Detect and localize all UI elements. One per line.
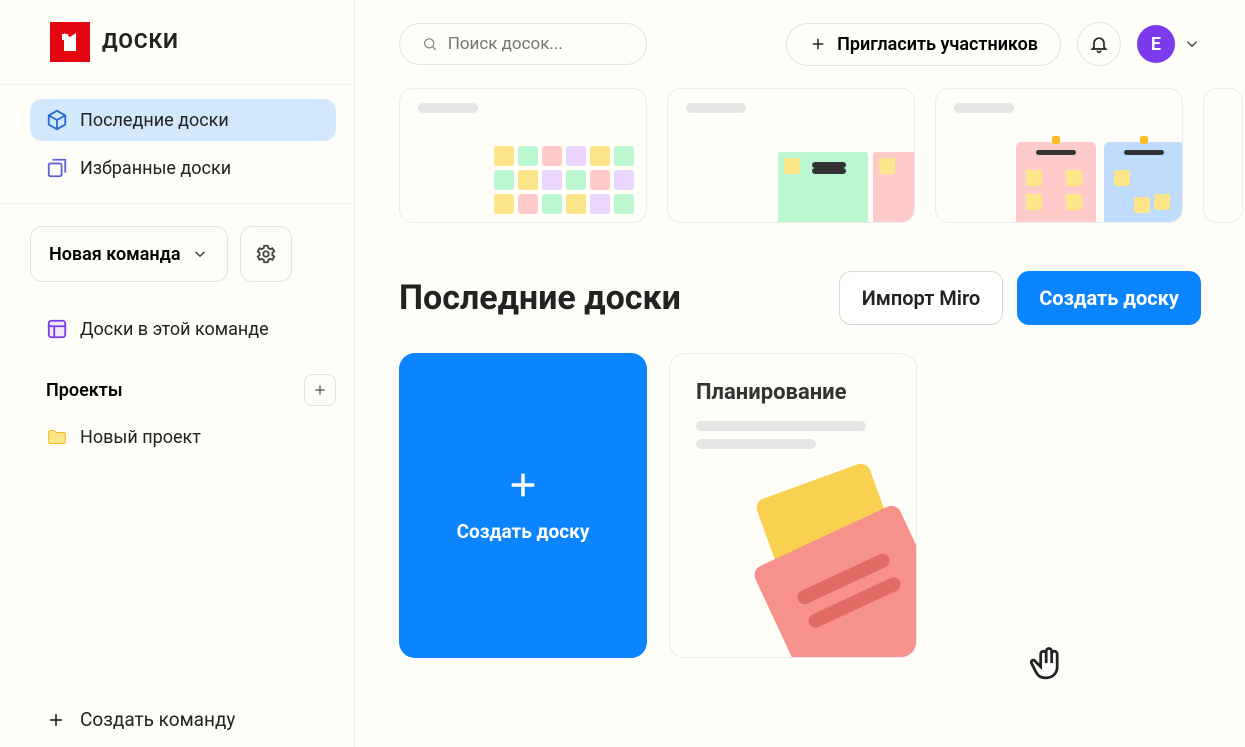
team-boards-section: Доски в этой команде xyxy=(0,282,354,348)
board-card-skeleton-line xyxy=(696,421,866,431)
section-header: Последние доски Импорт Miro Создать доск… xyxy=(355,223,1245,325)
main: Пригласить участников Е xyxy=(355,0,1245,747)
plus-icon xyxy=(809,35,827,53)
layers-icon xyxy=(46,157,68,179)
sidebar-item-team-boards[interactable]: Доски в этой команде xyxy=(30,310,336,348)
plus-icon xyxy=(312,382,328,398)
template-card-more[interactable] xyxy=(1203,88,1243,223)
gear-icon xyxy=(255,243,277,265)
projects-list: Новый проект xyxy=(0,414,354,456)
topbar: Пригласить участников Е xyxy=(355,0,1245,66)
project-item-label: Новый проект xyxy=(80,427,201,448)
folder-icon xyxy=(46,426,68,448)
logo-mark-icon xyxy=(58,30,82,54)
import-miro-button[interactable]: Импорт Miro xyxy=(839,271,1004,325)
create-team-label: Создать команду xyxy=(80,708,235,731)
nav-top: Последние доски Избранные доски xyxy=(0,85,354,204)
brand-name: ДОСКИ xyxy=(102,30,179,54)
create-board-button[interactable]: Создать доску xyxy=(1017,271,1201,325)
create-board-tile-label: Создать доску xyxy=(457,520,590,543)
plus-icon xyxy=(46,710,66,730)
invite-label: Пригласить участников xyxy=(837,34,1038,55)
user-menu[interactable]: Е xyxy=(1137,25,1201,63)
sidebar-item-label: Последние доски xyxy=(80,110,229,131)
team-selected-label: Новая команда xyxy=(49,244,181,265)
sidebar-item-favorite-boards[interactable]: Избранные доски xyxy=(30,147,336,189)
projects-title: Проекты xyxy=(46,380,123,401)
boards-grid: Создать доску Планирование xyxy=(355,325,1245,658)
notifications-button[interactable] xyxy=(1077,22,1121,66)
add-project-button[interactable] xyxy=(304,374,336,406)
board-card-artwork xyxy=(736,487,917,658)
search-input[interactable] xyxy=(448,34,624,54)
template-card-notes[interactable] xyxy=(667,88,915,223)
section-title: Последние доски xyxy=(399,278,681,318)
template-card-grid[interactable] xyxy=(399,88,647,223)
sidebar: ДОСКИ Последние доски Избранные доски Но… xyxy=(0,0,355,747)
layout-icon xyxy=(46,318,68,340)
board-card-title: Планирование xyxy=(670,354,916,413)
team-boards-label: Доски в этой команде xyxy=(80,319,269,340)
projects-header: Проекты xyxy=(0,348,354,414)
chevron-down-icon xyxy=(1183,35,1201,53)
team-settings-button[interactable] xyxy=(240,226,292,282)
section-actions: Импорт Miro Создать доску xyxy=(839,271,1201,325)
create-board-tile[interactable]: Создать доску xyxy=(399,353,647,658)
cube-icon xyxy=(46,109,68,131)
project-item[interactable]: Новый проект xyxy=(30,418,336,456)
team-selector[interactable]: Новая команда xyxy=(30,226,228,282)
board-card-skeleton-line xyxy=(696,439,816,449)
bell-icon xyxy=(1089,34,1109,54)
chevron-down-icon xyxy=(191,245,209,263)
team-row: Новая команда xyxy=(0,204,354,282)
templates-row xyxy=(355,66,1245,223)
sidebar-item-label: Избранные доски xyxy=(80,158,231,179)
logo-mark xyxy=(50,22,90,62)
invite-button[interactable]: Пригласить участников xyxy=(786,23,1061,66)
search-icon xyxy=(422,35,438,53)
board-card[interactable]: Планирование xyxy=(669,353,917,658)
template-card-columns[interactable] xyxy=(935,88,1183,223)
logo[interactable]: ДОСКИ xyxy=(0,0,354,85)
create-team-button[interactable]: Создать команду xyxy=(0,692,354,747)
plus-icon xyxy=(506,468,540,502)
search-box[interactable] xyxy=(399,23,647,65)
avatar: Е xyxy=(1137,25,1175,63)
sidebar-item-recent-boards[interactable]: Последние доски xyxy=(30,99,336,141)
